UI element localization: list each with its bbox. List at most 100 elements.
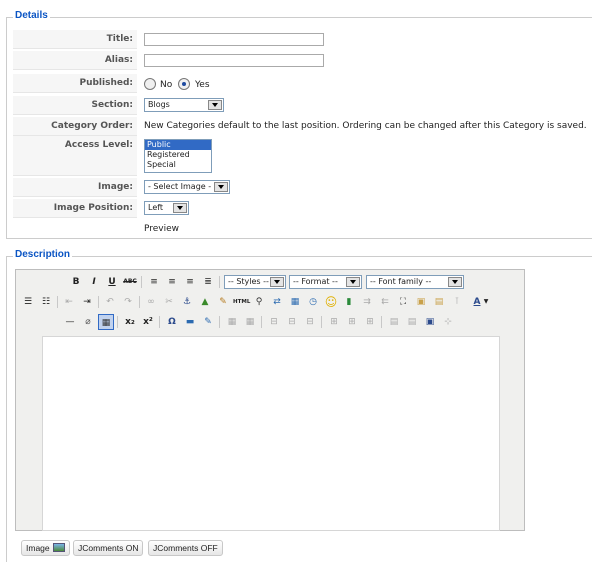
image-position-value: Left — [148, 203, 164, 212]
superscript-button[interactable]: x² — [140, 314, 156, 330]
advanced-hr-icon[interactable]: ▬ — [182, 314, 198, 330]
access-option-registered[interactable]: Registered — [145, 150, 211, 160]
align-center-icon[interactable]: ≡ — [164, 274, 180, 290]
edit-icon[interactable]: ✎ — [200, 314, 216, 330]
chevron-down-icon[interactable] — [346, 277, 360, 287]
section-select[interactable]: Blogs — [144, 98, 224, 112]
title-row: Title: — [13, 30, 592, 49]
absolute-icon[interactable]: ▤ — [431, 294, 447, 310]
image-position-select[interactable]: Left — [144, 201, 189, 215]
row-after-icon[interactable]: ⊟ — [284, 314, 300, 330]
col-before-icon[interactable]: ⊞ — [326, 314, 342, 330]
toolbar-row-1: B I U ABC ≡ ≡ ≡ ≣ -- Styles -- -- Format… — [16, 274, 524, 291]
table-props-icon[interactable]: ▦ — [242, 314, 258, 330]
numbered-list-icon[interactable]: ☷ — [38, 294, 54, 310]
delete-row-icon[interactable]: ⊟ — [302, 314, 318, 330]
image-position-label: Image Position: — [13, 199, 137, 218]
jcomments-on-label: JComments ON — [78, 543, 139, 553]
media-icon[interactable]: ▮ — [341, 294, 357, 310]
special-character-button[interactable]: Ω — [164, 314, 180, 330]
jcomments-off-button[interactable]: JComments OFF — [148, 540, 223, 556]
chevron-down-icon[interactable] — [448, 277, 462, 287]
title-label: Title: — [13, 30, 137, 49]
unlink-icon[interactable]: ✂ — [161, 294, 177, 310]
toolbar-separator — [321, 316, 322, 328]
align-right-icon[interactable]: ≡ — [182, 274, 198, 290]
font-family-select-value: -- Font family -- — [370, 277, 432, 286]
styles-select-value: -- Styles -- — [228, 277, 269, 286]
bold-button[interactable]: B — [68, 274, 84, 290]
remove-format-icon[interactable]: ⌀ — [80, 314, 96, 330]
redo-icon[interactable]: ↷ — [120, 294, 136, 310]
style-props-icon[interactable]: ⊺ — [449, 294, 465, 310]
chevron-down-icon[interactable] — [270, 277, 284, 287]
category-order-label: Category Order: — [13, 117, 137, 136]
subscript-button[interactable]: x₂ — [122, 314, 138, 330]
format-select[interactable]: -- Format -- — [289, 275, 362, 289]
font-family-select[interactable]: -- Font family -- — [366, 275, 464, 289]
image-icon[interactable]: ▲ — [197, 294, 213, 310]
insert-time-icon[interactable]: ◷ — [305, 294, 321, 310]
visual-aid-icon[interactable]: ▦ — [98, 314, 114, 330]
replace-icon[interactable]: ⇄ — [269, 294, 285, 310]
align-left-icon[interactable]: ≡ — [146, 274, 162, 290]
image-button-label: Image — [26, 543, 50, 553]
cleanup-icon[interactable]: ✎ — [215, 294, 231, 310]
html-source-button[interactable]: HTML — [233, 294, 250, 310]
anchor-icon[interactable]: ⚓ — [179, 294, 195, 310]
access-option-special[interactable]: Special — [145, 160, 211, 170]
cell-props-icon[interactable]: ▣ — [422, 314, 438, 330]
image-button[interactable]: Image — [21, 540, 70, 556]
delete-col-icon[interactable]: ⊞ — [362, 314, 378, 330]
access-level-listbox[interactable]: Public Registered Special — [144, 139, 212, 173]
outdent-icon[interactable]: ⇤ — [61, 294, 77, 310]
split-cells-icon[interactable]: ▤ — [386, 314, 402, 330]
toolbar-separator — [219, 276, 220, 288]
merge-cells-icon[interactable]: ▤ — [404, 314, 420, 330]
fullscreen-icon[interactable]: ⛶ — [395, 294, 411, 310]
emotions-icon[interactable]: ☺ — [323, 294, 339, 310]
insert-date-icon[interactable]: ▦ — [287, 294, 303, 310]
published-no-label: No — [160, 80, 173, 90]
bullet-list-icon[interactable]: ☰ — [20, 294, 36, 310]
image-select-value: - Select Image - — [148, 182, 212, 191]
layer-icon[interactable]: ▣ — [413, 294, 429, 310]
ltr-icon[interactable]: ⇉ — [359, 294, 375, 310]
indent-icon[interactable]: ⇥ — [79, 294, 95, 310]
search-icon[interactable]: ⚲ — [251, 294, 267, 310]
table-icon[interactable]: ▦ — [224, 314, 240, 330]
jcomments-on-button[interactable]: JComments ON — [73, 540, 144, 556]
row-before-icon[interactable]: ⊟ — [266, 314, 282, 330]
horizontal-rule-icon[interactable]: — — [62, 314, 78, 330]
chevron-down-icon[interactable] — [173, 203, 187, 213]
published-yes-radio[interactable] — [178, 78, 190, 90]
undo-icon[interactable]: ↶ — [102, 294, 118, 310]
category-order-text: New Categories default to the last posit… — [144, 121, 587, 131]
italic-button[interactable]: I — [86, 274, 102, 290]
chevron-down-icon[interactable] — [208, 100, 222, 110]
alias-row: Alias: — [13, 51, 592, 70]
image-position-row: Image Position: Left — [13, 199, 592, 218]
chevron-down-icon[interactable] — [214, 182, 228, 192]
wysiwyg-editor: B I U ABC ≡ ≡ ≡ ≣ -- Styles -- -- Format… — [15, 269, 525, 531]
align-justify-icon[interactable]: ≣ — [200, 274, 216, 290]
col-after-icon[interactable]: ⊞ — [344, 314, 360, 330]
image-select[interactable]: - Select Image - — [144, 180, 230, 194]
description-fieldset: Description B I U ABC ≡ ≡ ≡ ≣ -- Styles … — [6, 249, 592, 562]
alias-input[interactable] — [144, 54, 324, 67]
underline-button[interactable]: U — [104, 274, 120, 290]
link-icon[interactable]: ∞ — [143, 294, 159, 310]
strikethrough-button[interactable]: ABC — [122, 274, 138, 290]
rtl-icon[interactable]: ⇇ — [377, 294, 393, 310]
published-no-radio[interactable] — [144, 78, 156, 90]
category-order-row: Category Order: New Categories default t… — [13, 117, 592, 136]
toolbar-separator — [381, 316, 382, 328]
access-option-public[interactable]: Public — [145, 140, 211, 150]
title-input[interactable] — [144, 33, 324, 46]
styles-select[interactable]: -- Styles -- — [224, 275, 286, 289]
editor-content-area[interactable] — [42, 336, 500, 531]
chevron-down-icon[interactable]: ▼ — [482, 294, 490, 310]
details-legend: Details — [13, 10, 50, 21]
row-props-icon[interactable]: ⊹ — [440, 314, 456, 330]
details-fieldset: Details Title: Alias: Published: No Yes … — [6, 10, 592, 239]
